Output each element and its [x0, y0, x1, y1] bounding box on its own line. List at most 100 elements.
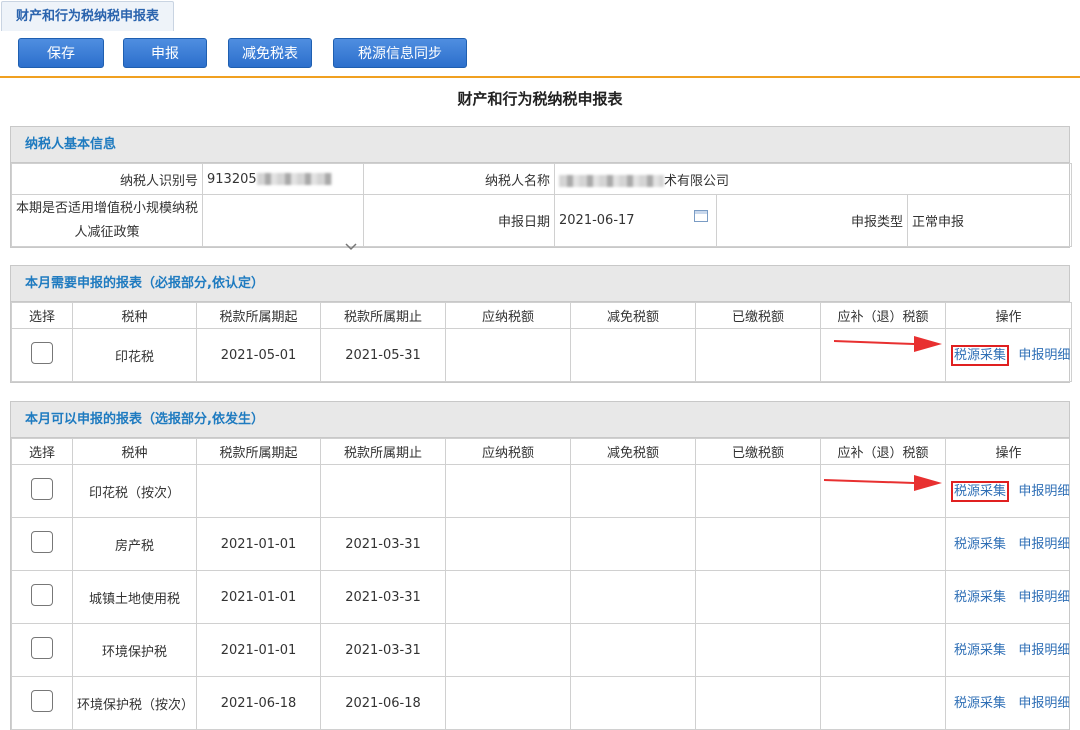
operations-cell: 税源采集 申报明细: [945, 328, 1072, 382]
period-start-cell: [196, 464, 321, 518]
tax-type-cell: 印花税: [72, 328, 197, 382]
calendar-icon[interactable]: [694, 210, 708, 222]
tax-due-cell: [820, 570, 946, 624]
col-tax-due: 应补（退）税额: [820, 438, 946, 465]
table-row: 环境保护税 2021-01-01 2021-03-31 税源采集 申报明细: [11, 623, 1069, 677]
table-row: 城镇土地使用税 2021-01-01 2021-03-31 税源采集 申报明细: [11, 570, 1069, 624]
col-tax-paid: 已缴税额: [695, 302, 821, 329]
tax-paid-cell: [695, 464, 821, 518]
row-checkbox[interactable]: [31, 478, 53, 500]
page-title: 财产和行为税纳税申报表: [457, 90, 623, 108]
col-operations: 操作: [945, 438, 1069, 465]
section-title: 本月可以申报的报表（选报部分,依发生）: [11, 402, 1069, 438]
tax-paid-cell: [695, 623, 821, 677]
chevron-down-icon: [345, 242, 357, 250]
row-checkbox[interactable]: [31, 342, 53, 364]
tax-source-collect-link[interactable]: 税源采集: [954, 590, 1006, 605]
tax-reduction-cell: [570, 623, 696, 677]
tax-source-collect-link[interactable]: 税源采集: [954, 537, 1006, 552]
col-tax-type: 税种: [72, 302, 197, 329]
small-scale-policy-select[interactable]: [202, 194, 364, 250]
annotation-arrow-icon: [824, 475, 942, 491]
taxpayer-id-value: 913205: [202, 163, 364, 195]
declare-date-field[interactable]: 2021-06-17: [554, 194, 717, 247]
period-start-cell: 2021-01-01: [196, 517, 321, 571]
col-period-start: 税款所属期起: [196, 438, 321, 465]
table-row: 环境保护税（按次） 2021-06-18 2021-06-18 税源采集 申报明…: [11, 676, 1069, 730]
col-period-end: 税款所属期止: [320, 302, 446, 329]
period-end-cell: 2021-05-31: [320, 328, 446, 382]
tax-paid-cell: [695, 328, 821, 382]
tax-reduction-cell: [570, 464, 696, 518]
declare-detail-link[interactable]: 申报明细: [1018, 537, 1069, 552]
declare-detail-link[interactable]: 申报明细: [1018, 590, 1069, 605]
period-start-cell: 2021-01-01: [196, 570, 321, 624]
optional-reports-section: 本月可以申报的报表（选报部分,依发生） 选择 税种 税款所属期起 税款所属期止 …: [10, 401, 1070, 730]
tax-type-cell: 环境保护税（按次）: [72, 676, 197, 730]
tax-due-cell: [820, 517, 946, 571]
table-row: 房产税 2021-01-01 2021-03-31 税源采集 申报明细: [11, 517, 1069, 571]
section-title: 本月需要申报的报表（必报部分,依认定）: [11, 266, 1069, 302]
row-checkbox[interactable]: [31, 690, 53, 712]
tax-payable-cell: [445, 676, 571, 730]
tax-payable-cell: [445, 328, 571, 382]
period-end-cell: 2021-03-31: [320, 570, 446, 624]
period-end-cell: [320, 464, 446, 518]
operations-cell: 税源采集 申报明细: [945, 570, 1069, 624]
sync-tax-source-button[interactable]: 税源信息同步: [333, 38, 467, 68]
col-tax-paid: 已缴税额: [695, 438, 821, 465]
period-end-cell: 2021-06-18: [320, 676, 446, 730]
tab-property-tax-form[interactable]: 财产和行为税纳税申报表: [1, 1, 175, 31]
declare-detail-link[interactable]: 申报明细: [1018, 696, 1069, 711]
period-end-cell: 2021-03-31: [320, 517, 446, 571]
tax-type-cell: 城镇土地使用税: [72, 570, 197, 624]
tax-due-cell: [820, 623, 946, 677]
tax-due-cell: [820, 676, 946, 730]
tax-source-collect-link[interactable]: 税源采集: [954, 696, 1006, 711]
row-checkbox[interactable]: [31, 531, 53, 553]
tax-source-collect-link[interactable]: 税源采集: [950, 480, 1010, 502]
declare-detail-link[interactable]: 申报明细: [1018, 643, 1069, 658]
declare-detail-link[interactable]: 申报明细: [1018, 348, 1070, 363]
tax-payable-cell: [445, 517, 571, 571]
declare-detail-link[interactable]: 申报明细: [1018, 484, 1069, 499]
tax-payable-cell: [445, 570, 571, 624]
basic-info-section: 纳税人基本信息 纳税人识别号 913205 纳税人名称 术有限公司 本期是否适用…: [10, 126, 1072, 250]
col-tax-payable: 应纳税额: [445, 438, 571, 465]
declare-button[interactable]: 申报: [123, 38, 207, 68]
col-tax-type: 税种: [72, 438, 197, 465]
taxpayer-name-label: 纳税人名称: [363, 163, 555, 195]
operations-cell: 税源采集 申报明细: [945, 623, 1069, 677]
period-start-cell: 2021-05-01: [196, 328, 321, 382]
row-checkbox[interactable]: [31, 637, 53, 659]
operations-cell: 税源采集 申报明细: [945, 517, 1069, 571]
period-start-cell: 2021-06-18: [196, 676, 321, 730]
operations-cell: 税源采集 申报明细: [945, 676, 1069, 730]
tax-source-collect-link[interactable]: 税源采集: [950, 344, 1010, 366]
declare-date-label: 申报日期: [363, 194, 555, 247]
toolbar: 保存 申报 减免税表 税源信息同步: [0, 32, 1080, 78]
col-operations: 操作: [945, 302, 1072, 329]
col-tax-payable: 应纳税额: [445, 302, 571, 329]
basic-info-table: 纳税人识别号 913205 纳税人名称 术有限公司 本期是否适用增值税小规模纳税…: [11, 163, 1072, 250]
tax-type-cell: 房产税: [72, 517, 197, 571]
period-start-cell: 2021-01-01: [196, 623, 321, 677]
tax-reduction-cell: [570, 328, 696, 382]
declare-type-label: 申报类型: [716, 194, 908, 247]
col-tax-reduction: 减免税额: [570, 302, 696, 329]
taxpayer-id-label: 纳税人识别号: [11, 163, 203, 195]
tax-reduction-cell: [570, 517, 696, 571]
tax-payable-cell: [445, 623, 571, 677]
save-button[interactable]: 保存: [18, 38, 104, 68]
tax-paid-cell: [695, 676, 821, 730]
col-period-start: 税款所属期起: [196, 302, 321, 329]
small-scale-policy-label: 本期是否适用增值税小规模纳税人减征政策: [11, 194, 203, 247]
reduce-table-button[interactable]: 减免税表: [228, 38, 312, 68]
row-checkbox[interactable]: [31, 584, 53, 606]
col-period-end: 税款所属期止: [320, 438, 446, 465]
tax-source-collect-link[interactable]: 税源采集: [954, 643, 1006, 658]
tax-paid-cell: [695, 570, 821, 624]
taxpayer-name-value: 术有限公司: [554, 163, 1072, 195]
tax-type-cell: 环境保护税: [72, 623, 197, 677]
col-select: 选择: [11, 302, 73, 329]
